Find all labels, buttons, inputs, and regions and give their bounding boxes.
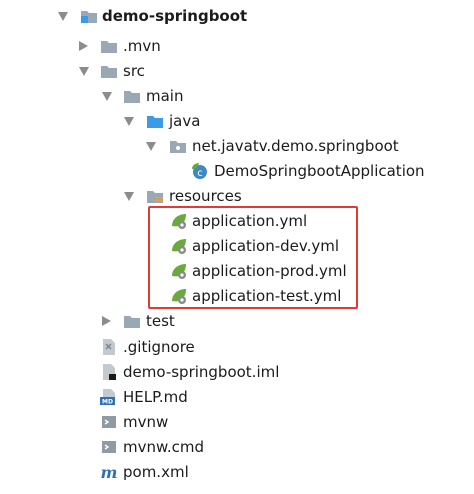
tree-item-package[interactable]: net.javatv.demo.springboot	[0, 134, 400, 159]
maven-glyph: m	[101, 463, 118, 481]
markdown-badge-text: MD	[102, 399, 113, 406]
tree-item-label: main	[146, 87, 184, 105]
chevron-down-icon[interactable]	[79, 67, 89, 76]
tree-item-label: net.javatv.demo.springboot	[192, 137, 399, 155]
tree-item-iml[interactable]: demo-springboot.iml	[0, 360, 300, 385]
tree-item-test[interactable]: test	[0, 309, 200, 334]
tree-item-label: demo-springboot.iml	[123, 363, 280, 381]
tree-item-label: mvnw.cmd	[123, 438, 205, 456]
tree-item-main[interactable]: main	[0, 84, 220, 109]
tree-item-label: src	[123, 62, 145, 80]
tree-item-label: pom.xml	[123, 463, 189, 481]
tree-item-demo-springboot[interactable]: demo-springboot	[0, 4, 260, 29]
markdown-file-icon: MD	[100, 388, 118, 406]
project-tree: demo-springboot .mvn src main java net.j…	[0, 0, 474, 494]
source-folder-icon	[146, 112, 164, 130]
tree-item-pom-xml[interactable]: m pom.xml	[0, 460, 240, 485]
terminal-file-icon	[100, 438, 118, 456]
tree-item-label: demo-springboot	[102, 7, 248, 25]
tree-item-label: HELP.md	[123, 388, 188, 406]
tree-item-label: .mvn	[123, 37, 161, 55]
tree-item-label: test	[146, 312, 175, 330]
tree-item-mvn[interactable]: .mvn	[0, 34, 200, 59]
highlight-box	[148, 206, 358, 309]
svg-text:c: c	[197, 168, 203, 179]
chevron-down-icon[interactable]	[124, 192, 134, 201]
iml-file-icon	[100, 363, 118, 381]
resources-folder-icon	[146, 187, 164, 205]
project-folder-icon	[80, 7, 98, 25]
spring-class-icon: c	[190, 162, 208, 180]
tree-item-java[interactable]: java	[0, 109, 240, 134]
terminal-file-icon	[100, 413, 118, 431]
folder-icon	[123, 87, 141, 105]
tree-item-label: java	[169, 112, 201, 130]
chevron-right-icon[interactable]	[79, 41, 88, 51]
maven-icon: m	[100, 463, 118, 481]
tree-item-label: DemoSpringbootApplication	[214, 162, 425, 180]
chevron-down-icon[interactable]	[58, 12, 68, 21]
folder-icon	[100, 62, 118, 80]
chevron-down-icon[interactable]	[146, 142, 156, 151]
folder-icon	[123, 312, 141, 330]
tree-item-mvnw-cmd[interactable]: mvnw.cmd	[0, 435, 240, 460]
tree-item-label: .gitignore	[123, 338, 195, 356]
chevron-right-icon[interactable]	[102, 316, 111, 326]
tree-item-app-class[interactable]: c DemoSpringbootApplication	[0, 159, 440, 184]
package-icon	[169, 137, 187, 155]
tree-item-mvnw[interactable]: mvnw	[0, 410, 220, 435]
tree-item-label: mvnw	[123, 413, 169, 431]
chevron-down-icon[interactable]	[124, 117, 134, 126]
tree-item-label: resources	[169, 187, 242, 205]
gitignore-file-icon	[100, 338, 118, 356]
folder-icon	[100, 37, 118, 55]
tree-item-gitignore[interactable]: .gitignore	[0, 335, 240, 360]
tree-item-src[interactable]: src	[0, 59, 200, 84]
chevron-down-icon[interactable]	[102, 92, 112, 101]
tree-item-help-md[interactable]: MD HELP.md	[0, 385, 240, 410]
